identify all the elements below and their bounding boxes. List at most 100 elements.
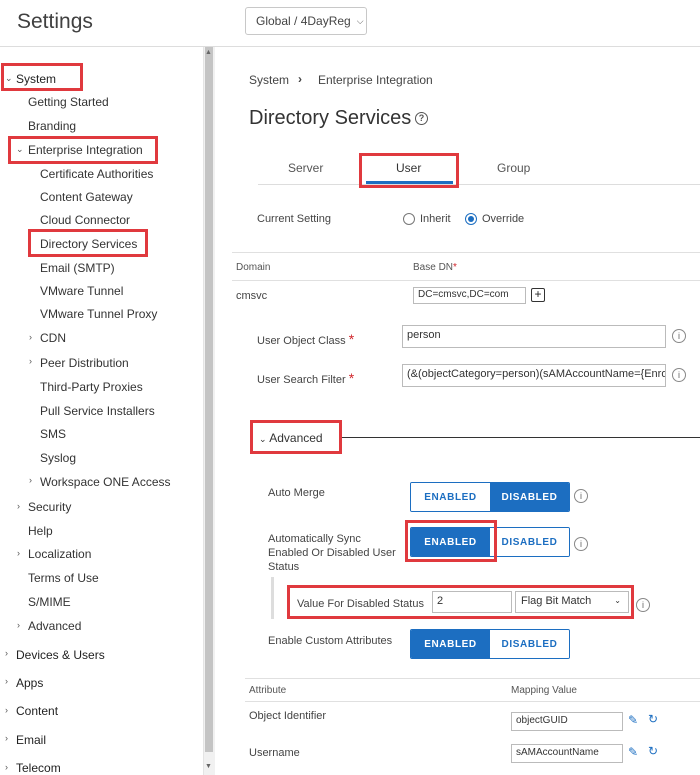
auto-merge-toggle[interactable]: ENABLED DISABLED: [410, 482, 570, 512]
sidebar-item-third-party-proxies[interactable]: Third-Party Proxies: [40, 380, 143, 394]
attribute-table-header-divider: [245, 701, 700, 702]
chevron-right-icon[interactable]: ›: [5, 676, 8, 686]
tab-group[interactable]: Group: [497, 161, 530, 175]
section-divider: [232, 252, 700, 253]
disabled-status-match-select[interactable]: Flag Bit Match ⌄: [515, 591, 629, 613]
org-group-label: Global / 4DayReg: [256, 14, 351, 28]
sidebar-item-branding[interactable]: Branding: [28, 119, 76, 133]
chevron-right-icon[interactable]: ›: [5, 762, 8, 772]
chevron-right-icon[interactable]: ›: [29, 356, 32, 366]
chevron-right-icon[interactable]: ›: [17, 548, 20, 558]
chevron-down-icon: ⌄: [614, 596, 621, 605]
info-icon[interactable]: i: [574, 489, 588, 503]
sidebar-item-apps[interactable]: Apps: [16, 676, 43, 690]
refresh-icon[interactable]: ↻: [648, 712, 658, 726]
chevron-right-icon[interactable]: ›: [17, 620, 20, 630]
advanced-section-toggle[interactable]: ⌄ Advanced: [259, 431, 323, 445]
chevron-down-icon[interactable]: ⌄: [16, 144, 24, 155]
breadcrumb-current: Enterprise Integration: [318, 73, 433, 87]
chevron-right-icon[interactable]: ›: [29, 332, 32, 342]
tab-divider: [258, 184, 700, 185]
help-icon[interactable]: ?: [415, 112, 428, 125]
custom-attributes-toggle[interactable]: ENABLED DISABLED: [410, 629, 570, 659]
info-icon[interactable]: i: [672, 368, 686, 382]
override-radio[interactable]: [465, 213, 477, 225]
info-icon[interactable]: i: [574, 537, 588, 551]
add-base-dn-button[interactable]: +: [531, 288, 545, 302]
auto-merge-disabled-button[interactable]: DISABLED: [490, 483, 569, 511]
refresh-icon[interactable]: ↻: [648, 744, 658, 758]
auto-merge-enabled-button[interactable]: ENABLED: [411, 483, 490, 511]
info-icon[interactable]: i: [636, 598, 650, 612]
attribute-column-header: Attribute: [249, 685, 287, 696]
sidebar-item-terms-of-use[interactable]: Terms of Use: [28, 571, 99, 585]
sidebar-item-localization[interactable]: Localization: [28, 547, 91, 561]
chevron-right-icon[interactable]: ›: [5, 705, 8, 715]
auto-sync-enabled-button[interactable]: ENABLED: [411, 528, 490, 556]
override-label[interactable]: Override: [482, 213, 524, 225]
chevron-right-icon[interactable]: ›: [29, 475, 32, 485]
breadcrumb-root[interactable]: System: [249, 73, 289, 87]
sidebar-item-advanced[interactable]: Advanced: [28, 619, 81, 633]
sidebar-item-workspace-one-access[interactable]: Workspace ONE Access: [40, 475, 171, 489]
active-tab-indicator: [366, 181, 453, 184]
auto-sync-label: Automatically Sync Enabled Or Disabled U…: [268, 533, 396, 573]
sidebar-item-cloud-connector[interactable]: Cloud Connector: [40, 213, 130, 227]
auto-sync-disabled-button[interactable]: DISABLED: [490, 528, 569, 556]
custom-attributes-enabled-button[interactable]: ENABLED: [411, 630, 490, 658]
tab-user[interactable]: User: [396, 161, 421, 175]
pencil-icon[interactable]: ✎: [628, 745, 638, 759]
sidebar-item-vmware-tunnel-proxy[interactable]: VMware Tunnel Proxy: [40, 307, 157, 321]
sidebar-item-security[interactable]: Security: [28, 500, 71, 514]
chevron-right-icon[interactable]: ›: [5, 733, 8, 743]
mapping-value-column-header: Mapping Value: [511, 685, 577, 696]
sidebar-item-enterprise-integration[interactable]: Enterprise Integration: [28, 143, 143, 157]
base-dn-column-header: Base DN*: [413, 262, 457, 273]
base-dn-input[interactable]: DC=cmsvc,DC=com: [413, 287, 526, 304]
chevron-right-icon[interactable]: ›: [17, 501, 20, 511]
sidebar-item-smime[interactable]: S/MIME: [28, 595, 71, 609]
sidebar-item-help[interactable]: Help: [28, 524, 53, 538]
scroll-down-arrow-icon[interactable]: ▼: [205, 763, 212, 770]
sidebar-item-email-smtp[interactable]: Email (SMTP): [40, 261, 115, 275]
sidebar-item-peer-distribution[interactable]: Peer Distribution: [40, 356, 129, 370]
current-setting-label: Current Setting: [257, 213, 331, 225]
disabled-status-value-input[interactable]: 2: [432, 591, 512, 613]
info-icon[interactable]: i: [672, 329, 686, 343]
sidebar-item-content-gateway[interactable]: Content Gateway: [40, 190, 133, 204]
inherit-radio[interactable]: [403, 213, 415, 225]
sidebar-item-certificate-authorities[interactable]: Certificate Authorities: [40, 167, 153, 181]
sidebar-item-system[interactable]: System: [16, 72, 56, 86]
custom-attributes-disabled-button[interactable]: DISABLED: [490, 630, 569, 658]
chevron-down-icon: ⌵: [356, 15, 364, 26]
scroll-up-arrow-icon[interactable]: ▲: [205, 49, 212, 56]
nested-setting-indicator: [271, 577, 274, 619]
user-search-filter-input[interactable]: (&(objectCategory=person)(sAMAccountName…: [402, 364, 666, 387]
pencil-icon[interactable]: ✎: [628, 713, 638, 727]
chevron-down-icon[interactable]: ⌄: [5, 73, 13, 84]
sidebar-item-telecom[interactable]: Telecom: [16, 761, 61, 775]
auto-sync-toggle[interactable]: ENABLED DISABLED: [410, 527, 570, 557]
sidebar-scroll-thumb[interactable]: [205, 47, 213, 752]
sidebar: ⌄ System Getting Started Branding ⌄ Ente…: [0, 47, 215, 775]
sidebar-item-sms[interactable]: SMS: [40, 427, 66, 441]
sidebar-item-email[interactable]: Email: [16, 733, 46, 747]
sidebar-item-pull-service-installers[interactable]: Pull Service Installers: [40, 404, 155, 418]
sidebar-item-devices-users[interactable]: Devices & Users: [16, 648, 105, 662]
sidebar-item-vmware-tunnel[interactable]: VMware Tunnel: [40, 284, 123, 298]
sidebar-item-cdn[interactable]: CDN: [40, 331, 66, 345]
custom-attributes-label: Enable Custom Attributes: [268, 635, 393, 647]
mapping-value-input[interactable]: sAMAccountName: [511, 744, 623, 763]
user-search-filter-label: User Search Filter *: [257, 370, 355, 386]
org-group-selector[interactable]: Global / 4DayReg ⌵: [245, 7, 367, 35]
sidebar-item-getting-started[interactable]: Getting Started: [28, 95, 109, 109]
tab-server[interactable]: Server: [288, 161, 323, 175]
mapping-value-input[interactable]: objectGUID: [511, 712, 623, 731]
sidebar-item-content[interactable]: Content: [16, 704, 58, 718]
app-title: Settings: [17, 10, 93, 33]
user-object-class-input[interactable]: person: [402, 325, 666, 348]
chevron-right-icon[interactable]: ›: [5, 648, 8, 658]
inherit-label[interactable]: Inherit: [420, 213, 451, 225]
sidebar-item-directory-services[interactable]: Directory Services: [40, 237, 137, 251]
sidebar-item-syslog[interactable]: Syslog: [40, 451, 76, 465]
